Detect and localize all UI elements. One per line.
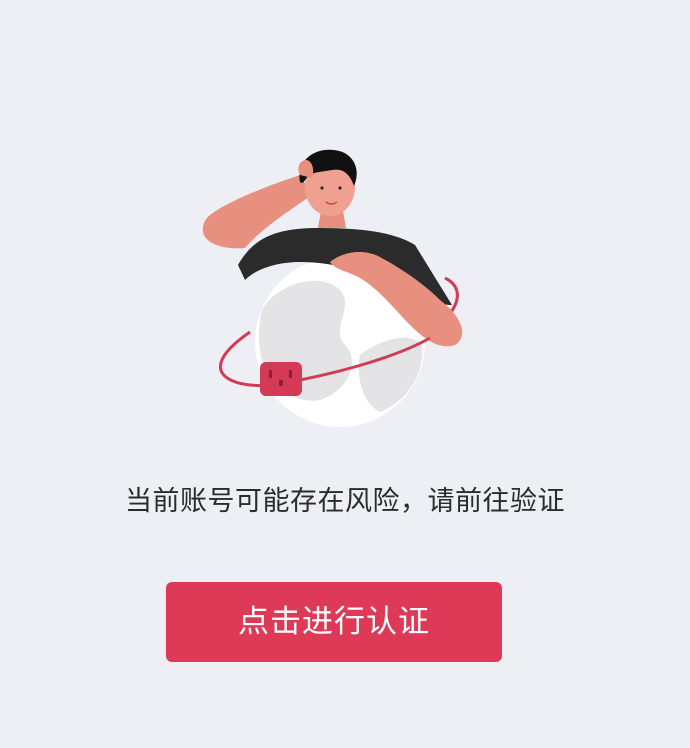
person-holding-globe-icon [202,149,463,427]
risk-message: 当前账号可能存在风险，请前往验证 [125,486,565,517]
risk-warning-illustration [0,0,690,460]
verify-button[interactable]: 点击进行认证 [166,582,502,662]
